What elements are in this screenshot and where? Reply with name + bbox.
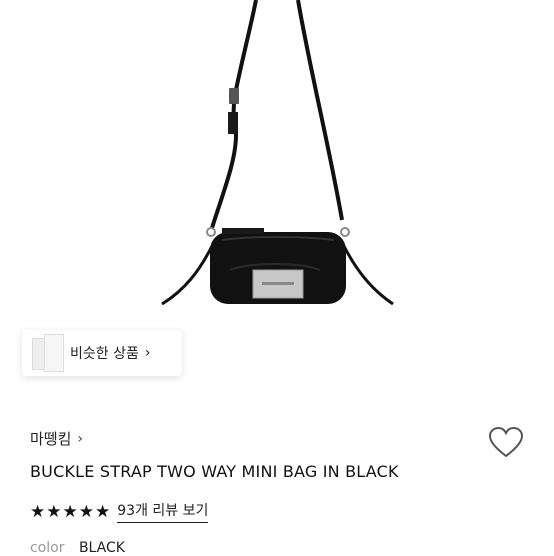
chevron-right-icon: › xyxy=(144,345,151,361)
star-filled-icon: ★ xyxy=(46,501,62,522)
star-filled-icon: ★ xyxy=(78,501,94,522)
similar-thumbnails xyxy=(22,330,66,376)
star-filled-icon: ★ xyxy=(30,501,46,522)
rating-row: ★ ★ ★ ★ ★ 93개 리뷰 보기 xyxy=(30,500,209,523)
brand-name: 마뗑킴 xyxy=(30,430,72,448)
thumbnail xyxy=(44,334,64,372)
star-filled-icon: ★ xyxy=(95,501,111,522)
wishlist-button[interactable] xyxy=(488,426,524,460)
reviews-link[interactable]: 93개 리뷰 보기 xyxy=(117,500,209,523)
heart-outline-icon xyxy=(488,426,524,458)
similar-products-button[interactable]: 비슷한 상품 › xyxy=(22,330,182,376)
product-title: BUCKLE STRAP TWO WAY MINI BAG IN BLACK xyxy=(30,462,399,481)
chevron-right-icon: › xyxy=(77,430,84,447)
star-filled-icon: ★ xyxy=(62,501,78,522)
similar-products-label: 비슷한 상품 xyxy=(70,346,139,362)
brand-link[interactable]: 마뗑킴 › xyxy=(30,428,83,449)
